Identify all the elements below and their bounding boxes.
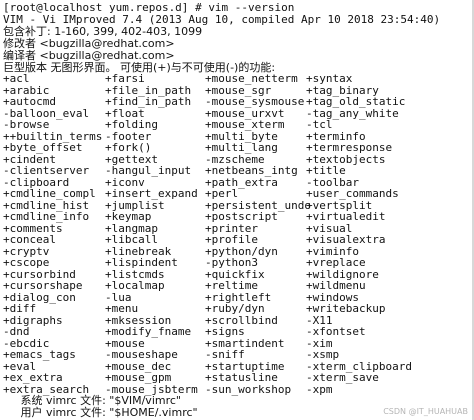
feature-item: -clientserver xyxy=(3,164,90,177)
feature-item: -xterm_save xyxy=(306,371,379,384)
feature-item: +lispindent xyxy=(105,256,178,269)
feature-item: +menu xyxy=(105,302,139,315)
feature-item: +tag_old_static xyxy=(306,95,406,108)
feature-item: -browse xyxy=(3,118,50,131)
feature-item: +find_in_path xyxy=(105,95,192,108)
feature-item: +mouse_gpm xyxy=(105,371,172,384)
feature-item: +reltime xyxy=(205,279,258,292)
feature-item: -mouse_sysmouse xyxy=(205,95,305,108)
feature-item: +title xyxy=(306,164,346,177)
feature-item: +statusline xyxy=(205,371,278,384)
feature-item: +modify_fname xyxy=(105,325,192,338)
feature-item: +perl xyxy=(205,187,239,200)
feature-item: +mouse_netterm xyxy=(205,72,298,85)
user-vimrc-line: 用户 vimrc 文件: "$HOME/.vimrc" xyxy=(3,406,198,419)
feature-item: -sun_workshop xyxy=(205,382,292,396)
feature-item: -xpm xyxy=(306,382,333,396)
feature-item: +autocmd xyxy=(3,95,56,108)
feature-item: +visualextra xyxy=(306,233,386,246)
feature-item: +cmdline_info xyxy=(3,210,90,223)
terminal-window[interactable]: [root@localhost yum.repos.d] # vim --ver… xyxy=(0,0,474,420)
watermark: CSDN @IT_HUAHUAB xyxy=(383,407,468,417)
feature-item: +folding xyxy=(105,118,158,131)
feature-item: +writebackup xyxy=(306,302,386,315)
feature-item: +multi_lang xyxy=(205,141,278,154)
feature-item: +emacs_tags xyxy=(3,348,76,361)
feature-item: +mouse_xterm xyxy=(205,118,285,131)
feature-item: -xfontset xyxy=(306,325,366,338)
feature-item: +fork() xyxy=(105,141,152,154)
feature-item: +farsi xyxy=(105,72,145,85)
feature-item: -xsmp xyxy=(306,348,340,361)
feature-item: +signs xyxy=(205,325,245,338)
feature-item: +cmdline_compl xyxy=(3,187,96,200)
feature-item: +wildmenu xyxy=(306,279,366,292)
feature-item: -tcl xyxy=(306,118,333,131)
feature-item: +conceal xyxy=(3,233,56,246)
feature-item: +virtualedit xyxy=(306,210,386,223)
feature-item: +cscope xyxy=(3,256,50,269)
feature-item: -hangul_input xyxy=(105,164,192,177)
feature-item: +user_commands xyxy=(306,187,399,200)
feature-item: +byte_offset xyxy=(3,141,83,154)
feature-item: +insert_expand xyxy=(105,187,198,200)
feature-item: +keymap xyxy=(105,210,152,223)
feature-item: +termresponse xyxy=(306,141,393,154)
feature-item: +profile xyxy=(205,233,258,246)
feature-item: +localmap xyxy=(105,279,165,292)
feature-item: -sniff xyxy=(205,348,245,361)
feature-item: +netbeans_intg xyxy=(205,164,298,177)
feature-item: +libcall xyxy=(105,233,158,246)
feature-item: +postscript xyxy=(205,210,278,223)
feature-item: +ruby/dyn xyxy=(205,302,265,315)
feature-item: -python3 xyxy=(205,256,258,269)
feature-item: +vreplace xyxy=(306,256,366,269)
feature-item: -mouseshape xyxy=(105,348,178,361)
feature-item: +ex_extra xyxy=(3,371,63,384)
feature-item: +cursorshape xyxy=(3,279,83,292)
feature-item: +syntax xyxy=(306,72,353,85)
feature-item: +acl xyxy=(3,72,30,85)
feature-item: -dnd xyxy=(3,325,30,338)
feature-item: +diff xyxy=(3,302,37,315)
